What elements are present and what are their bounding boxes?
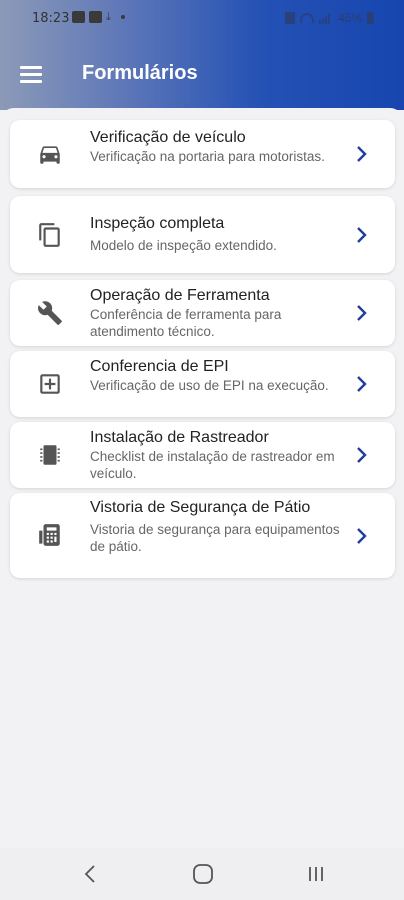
notification-icons: ⤓: [72, 11, 125, 23]
copy-icon: [36, 221, 64, 249]
home-icon[interactable]: [183, 860, 223, 888]
form-subtitle: Verificação de uso de EPI na execução.: [90, 378, 329, 393]
form-subtitle: Conferência de ferramenta para atendimen…: [90, 307, 282, 339]
form-list: Verificação de veículo Verificação na po…: [0, 108, 404, 848]
chevron-right-icon: [355, 527, 369, 545]
form-title: Instalação de Rastreador: [90, 429, 269, 446]
chip-icon: [36, 441, 64, 469]
battery-saver-icon: [284, 12, 295, 24]
car-icon: [36, 140, 64, 168]
wrench-icon: [36, 299, 64, 327]
notification-mail-icon: [89, 11, 102, 23]
calculator-icon: [36, 521, 64, 549]
form-subtitle: Vistoria de segurança para equipamentos …: [90, 522, 340, 554]
system-icons: 45%: [284, 11, 374, 25]
download-icon: ⤓: [106, 11, 111, 23]
chevron-right-icon: [355, 145, 369, 163]
battery-icon: [367, 12, 374, 24]
form-card-operacao-ferramenta[interactable]: Operação de Ferramenta Conferência de fe…: [10, 280, 395, 346]
form-title: Vistoria de Segurança de Pátio: [90, 499, 311, 516]
chevron-right-icon: [355, 226, 369, 244]
battery-percent: 45%: [337, 11, 362, 25]
wifi-icon: [299, 13, 314, 23]
signal-icon: [318, 12, 333, 24]
form-card-conferencia-epi[interactable]: Conferencia de EPI Verificação de uso de…: [10, 351, 395, 417]
chevron-right-icon: [355, 375, 369, 393]
form-title: Verificação de veículo: [90, 129, 246, 146]
form-card-verificacao-veiculo[interactable]: Verificação de veículo Verificação na po…: [10, 120, 395, 188]
chevron-right-icon: [355, 446, 369, 464]
notification-app-icon: [72, 11, 85, 23]
form-title: Inspeção completa: [90, 215, 225, 232]
form-subtitle: Modelo de inspeção extendido.: [90, 238, 277, 253]
status-time: 18:23: [32, 11, 70, 26]
status-bar: 18:23 ⤓ 45%: [0, 0, 404, 36]
form-card-instalacao-rastreador[interactable]: Instalação de Rastreador Checklist de in…: [10, 422, 395, 488]
system-nav-bar: [0, 848, 404, 900]
back-icon[interactable]: [70, 860, 110, 888]
form-subtitle: Checklist de instalação de rastreador em…: [90, 449, 335, 481]
form-card-inspecao-completa[interactable]: Inspeção completa Modelo de inspeção ext…: [10, 196, 395, 273]
form-title: Conferencia de EPI: [90, 358, 229, 375]
menu-icon[interactable]: [20, 66, 44, 84]
more-notifications-icon: [120, 15, 125, 19]
recents-icon[interactable]: [296, 860, 336, 888]
chevron-right-icon: [355, 304, 369, 322]
plus-box-icon: [36, 370, 64, 398]
form-card-vistoria-patio[interactable]: Vistoria de Segurança de Pátio Vistoria …: [10, 493, 395, 578]
form-subtitle: Verificação na portaria para motoristas.: [90, 149, 325, 164]
form-title: Operação de Ferramenta: [90, 287, 270, 304]
app-header: 18:23 ⤓ 45% Formulários: [0, 0, 404, 110]
page-title: Formulários: [82, 62, 198, 84]
